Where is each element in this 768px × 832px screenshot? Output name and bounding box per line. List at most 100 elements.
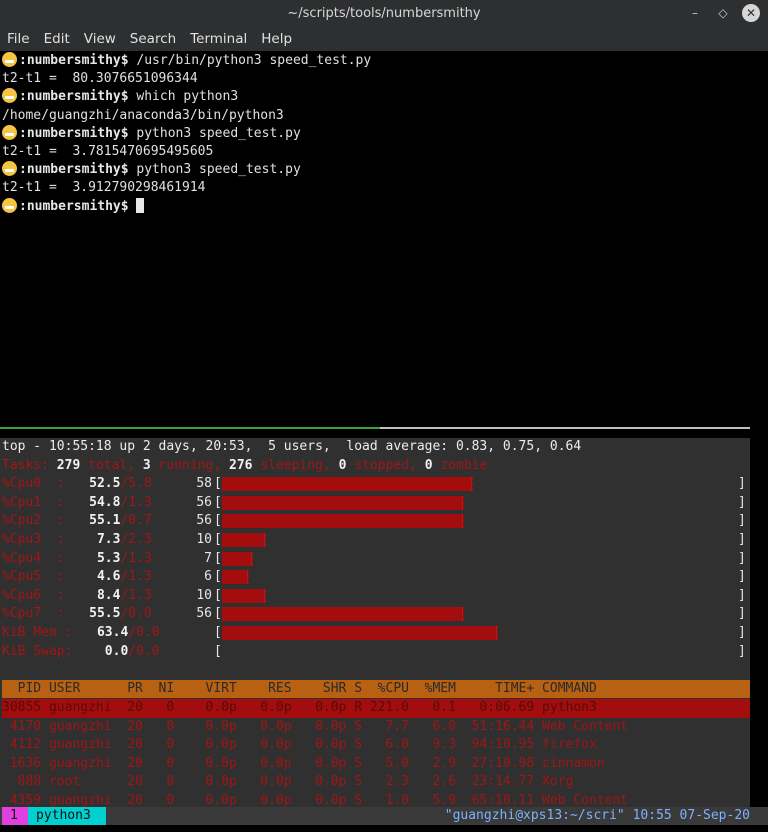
- tasks-label: Tasks:: [2, 457, 49, 473]
- mem-sys: /0.0: [128, 625, 160, 640]
- menu-help[interactable]: Help: [261, 31, 292, 47]
- cpu2-meter: %Cpu2 : 55.1/0.7: [2, 512, 152, 531]
- swap-meter: KiB Swap: 0.0/0.0: [2, 643, 160, 662]
- cpu4-bar-fill: [222, 551, 253, 566]
- cpu7-label: %Cpu7 :: [2, 606, 65, 622]
- process-table-header[interactable]: PID USER PR NI VIRT RES SHR S %CPU %MEM …: [2, 680, 750, 698]
- pane-divider: [380, 427, 750, 429]
- swap-bar-open: [: [214, 643, 222, 659]
- cpu4-label: %Cpu4 :: [2, 550, 65, 566]
- swap-label: KiB Swap:: [2, 643, 73, 659]
- cpu5-label: %Cpu5 :: [2, 569, 65, 585]
- title-bar: ~/scripts/tools/numbersmithy – ◇ ✕: [0, 0, 768, 27]
- cpu1-bar-pending: [462, 495, 480, 510]
- cpu2-bar-pending: [462, 514, 480, 529]
- mask-emoji-icon: [2, 197, 17, 213]
- process-row[interactable]: 1636 guangzhi 20 0 0.0p 0.0p 0.0p S 5.0 …: [2, 755, 750, 774]
- prompt: :numbersmithy$: [19, 125, 129, 141]
- mem-bar-open: [: [214, 625, 222, 640]
- command-text: which python3: [128, 89, 239, 105]
- cpu6-label: %Cpu6 :: [2, 587, 65, 603]
- top-header: top - 10:55:18 up 2 days, 20:53, 5 users…: [2, 439, 582, 454]
- maximize-icon[interactable]: ◇: [714, 4, 732, 22]
- cpu6-value: 8.4: [96, 587, 121, 603]
- cpu6-percent: 10: [196, 587, 212, 603]
- cpu3-bar-close: ]: [738, 532, 746, 547]
- mem-label: KiB Mem :: [2, 625, 73, 640]
- window-controls: – ◇ ✕: [686, 4, 760, 22]
- cpu3-label: %Cpu3 :: [2, 532, 65, 547]
- shell-pane[interactable]: :numbersmithy$ /usr/bin/python3 speed_te…: [2, 52, 762, 216]
- cpu6-bar-close: ]: [738, 587, 746, 603]
- mask-emoji-icon: [2, 161, 17, 177]
- mem-bar-fill: [222, 626, 498, 640]
- cpu7-bar-open: [: [214, 606, 222, 622]
- shell-command-line: :numbersmithy$ python3 speed_test.py: [2, 124, 762, 143]
- cpu5-bar-close: ]: [738, 569, 746, 585]
- cpu7-value: 55.5: [89, 606, 121, 622]
- cpu3-bar-pending: [265, 533, 271, 547]
- prompt: :numbersmithy$: [19, 162, 129, 178]
- cpu5-value: 4.6: [96, 569, 121, 585]
- cpu5-percent: 6: [204, 569, 212, 585]
- menu-terminal[interactable]: Terminal: [190, 31, 247, 47]
- prompt: :numbersmithy$: [19, 89, 129, 105]
- close-icon[interactable]: ✕: [742, 4, 760, 22]
- pane-divider-active: [0, 427, 380, 429]
- mask-emoji-icon: [2, 52, 17, 67]
- cpu2-bar-fill: [222, 514, 463, 529]
- swap-bar-close: ]: [738, 643, 746, 659]
- command-text: python3 speed_test.py: [128, 162, 301, 178]
- prompt: :numbersmithy$: [19, 53, 129, 68]
- cpu7-sys: /0.0: [120, 606, 152, 622]
- process-row[interactable]: 4112 guangzhi 20 0 0.0p 0.0p 0.0p S 6.0 …: [2, 736, 750, 755]
- menu-edit[interactable]: Edit: [44, 31, 70, 47]
- cpu7-meter: %Cpu7 : 55.5/0.0: [2, 605, 152, 624]
- process-row[interactable]: 4359 guangzhi 20 0 0.0p 0.0p 0.0p S 1.0 …: [2, 792, 750, 811]
- process-row[interactable]: 888 root 20 0 0.0p 0.0p 0.0p S 2.3 2.6 2…: [2, 773, 750, 792]
- cpu3-value: 7.3: [96, 532, 121, 547]
- tasks-total: 279: [56, 457, 81, 473]
- menu-search[interactable]: Search: [130, 31, 176, 47]
- command-text: python3 speed_test.py: [128, 125, 301, 141]
- cpu4-percent: 7: [204, 550, 212, 566]
- shell-output-line: t2-t1 = 3.7815470695495605: [2, 143, 214, 159]
- cpu6-meter: %Cpu6 : 8.4/1.3: [2, 587, 152, 606]
- cpu1-bar-fill: [222, 495, 463, 510]
- cpu2-percent: 56: [196, 513, 212, 529]
- cpu1-label: %Cpu1 :: [2, 494, 65, 510]
- shell-command-line: :numbersmithy$ which python3: [2, 88, 762, 106]
- menu-file[interactable]: File: [7, 31, 30, 47]
- process-row-selected[interactable]: 30855 guangzhi 20 0 0.0p 0.0p 0.0p R 221…: [2, 699, 750, 718]
- swap-sys: /0.0: [128, 643, 160, 659]
- cpu1-percent: 56: [196, 494, 212, 510]
- cpu3-bar-fill: [222, 533, 266, 547]
- cpu0-value: 52.5: [89, 476, 121, 492]
- tasks-zombie-label: zombie: [432, 457, 488, 473]
- text-cursor: [136, 197, 145, 213]
- shell-output-line: t2-t1 = 80.3076651096344: [2, 71, 198, 87]
- shell-command-line: :numbersmithy$: [2, 197, 762, 216]
- mem-bar-close: ]: [738, 625, 746, 640]
- cpu0-label: %Cpu0 :: [2, 476, 65, 492]
- prompt: :numbersmithy$: [19, 198, 129, 214]
- command-text: [129, 199, 137, 214]
- cpu1-bar-open: [: [214, 494, 222, 510]
- mem-value: 63.4: [96, 625, 129, 640]
- command-text: /usr/bin/python3 speed_test.py: [128, 53, 372, 68]
- cpu2-bar-open: [: [214, 513, 222, 529]
- cpu6-bar-fill: [222, 588, 266, 603]
- cpu0-bar-pending: [471, 477, 489, 492]
- cpu3-percent: 10: [196, 532, 212, 547]
- cpu1-sys: /1.3: [120, 494, 152, 510]
- menu-view[interactable]: View: [84, 31, 116, 47]
- cpu4-meter: %Cpu4 : 5.3/1.3: [2, 550, 152, 569]
- process-row[interactable]: 4170 guangzhi 20 0 0.0p 0.0p 0.0p S 7.7 …: [2, 718, 750, 737]
- shell-output-line: t2-t1 = 3.912790298461914: [2, 180, 206, 196]
- minimize-icon[interactable]: –: [686, 4, 704, 22]
- cpu2-sys: /0.7: [120, 513, 152, 529]
- tasks-sleeping: 276: [229, 457, 253, 473]
- tasks-stopped-label: stopped,: [346, 457, 417, 473]
- cpu4-sys: /1.3: [120, 550, 152, 566]
- shell-command-line: :numbersmithy$ /usr/bin/python3 speed_te…: [2, 52, 762, 70]
